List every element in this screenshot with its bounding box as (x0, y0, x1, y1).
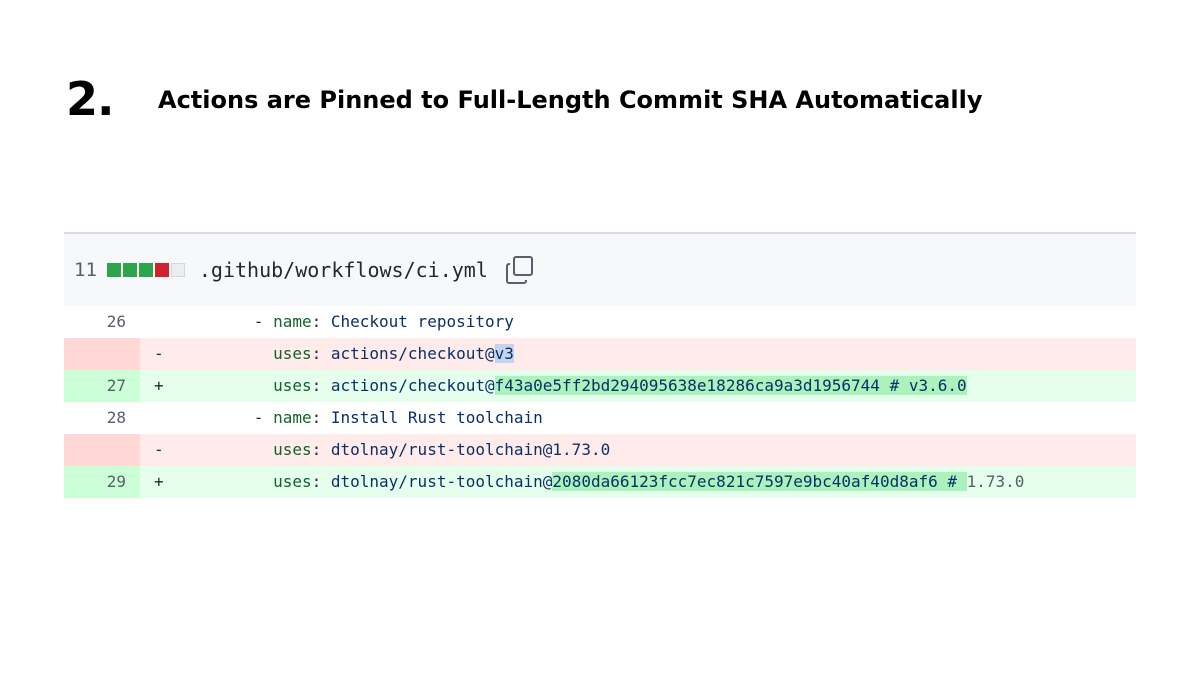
code-value: actions/checkout@ (330, 344, 495, 363)
code-value: dtolnay/rust-toolchain@ (330, 472, 553, 491)
line-number[interactable]: 26 (64, 306, 140, 338)
line-number[interactable]: 29 (64, 466, 140, 498)
code-line: uses: actions/checkout@f43a0e5ff2bd29409… (196, 370, 1136, 402)
code-dash: - (253, 408, 274, 427)
code-line: - name: Checkout repository (196, 306, 1136, 338)
code-colon: : (311, 472, 331, 491)
diff-marker: + (154, 376, 164, 395)
line-number[interactable]: 27 (64, 370, 140, 402)
code-colon: : (311, 312, 331, 331)
code-line: uses: actions/checkout@v3 (196, 338, 1136, 370)
code-value: dtolnay/rust-toolchain@1.73.0 (330, 440, 611, 459)
code-colon: : (311, 376, 331, 395)
code-value: Install Rust toolchain (330, 408, 543, 427)
code-dash: - (253, 312, 274, 331)
code-value-highlight: f43a0e5ff2bd294095638e18286ca9a3d1956744… (494, 376, 967, 395)
slide-title: Actions are Pinned to Full-Length Commit… (158, 86, 983, 114)
diffstat (106, 263, 185, 277)
code-line: uses: dtolnay/rust-toolchain@2080da66123… (196, 466, 1136, 498)
diffstat-block-add (106, 263, 121, 277)
diffstat-block-add (122, 263, 137, 277)
line-number[interactable] (64, 434, 140, 466)
diffstat-block-neutral (170, 263, 185, 277)
diff-marker: - (154, 440, 164, 459)
code-colon: : (311, 408, 331, 427)
code-key: uses (273, 472, 312, 491)
line-number[interactable]: 28 (64, 402, 140, 434)
copy-icon[interactable] (504, 254, 536, 286)
code-value-highlight: 2080da66123fcc7ec821c7597e9bc40af40d8af6… (552, 472, 967, 491)
diff-row-deleted[interactable]: - uses: actions/checkout@v3 (64, 338, 1136, 370)
diff-panel: 11 .github/workflows/ci.yml 26 - name: C… (64, 232, 1136, 498)
code-value: actions/checkout@ (330, 376, 495, 395)
step-number: 2. (66, 72, 114, 126)
code-key: name (273, 312, 312, 331)
diff-marker: - (154, 344, 164, 363)
file-path-link[interactable]: .github/workflows/ci.yml (199, 258, 488, 282)
code-colon: : (311, 440, 331, 459)
code-value: Checkout repository (330, 312, 514, 331)
diff-row[interactable]: 26 - name: Checkout repository (64, 306, 1136, 338)
diff-row-deleted[interactable]: - uses: dtolnay/rust-toolchain@1.73.0 (64, 434, 1136, 466)
code-line: - name: Install Rust toolchain (196, 402, 1136, 434)
diff-row-added[interactable]: 29 + uses: dtolnay/rust-toolchain@2080da… (64, 466, 1136, 498)
code-value-highlight: v3 (494, 344, 514, 363)
diffstat-block-add (138, 263, 153, 277)
code-colon: : (311, 344, 331, 363)
diffstat-block-del (154, 263, 169, 277)
line-number[interactable] (64, 338, 140, 370)
diff-marker: + (154, 472, 164, 491)
diff-row-added[interactable]: 27 + uses: actions/checkout@f43a0e5ff2bd… (64, 370, 1136, 402)
code-line: uses: dtolnay/rust-toolchain@1.73.0 (196, 434, 1136, 466)
code-key: uses (273, 440, 312, 459)
code-key: name (273, 408, 312, 427)
code-key: uses (273, 376, 312, 395)
change-count: 11 (74, 259, 97, 281)
diff-row[interactable]: 28 - name: Install Rust toolchain (64, 402, 1136, 434)
code-comment: 1.73.0 (966, 472, 1025, 491)
code-key: uses (273, 344, 312, 363)
file-header[interactable]: 11 .github/workflows/ci.yml (64, 232, 1136, 306)
